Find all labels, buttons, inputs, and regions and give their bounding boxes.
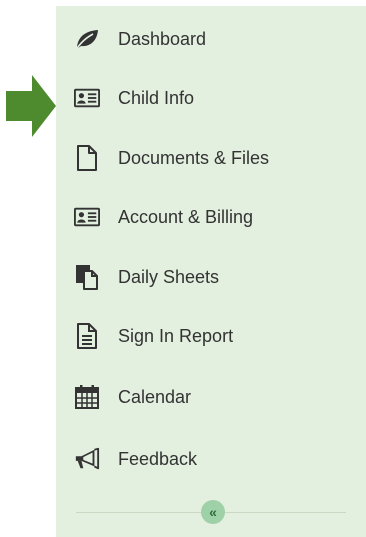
- sidebar-item-label: Feedback: [118, 448, 198, 469]
- sidebar-item-label: Account & Billing: [118, 206, 254, 227]
- leaf-icon: [74, 26, 100, 52]
- sidebar-item-label: Daily Sheets: [118, 266, 220, 287]
- sidebar-item-sign-in-report[interactable]: Sign In Report: [56, 308, 366, 364]
- sidebar-item-label: Child Info: [118, 87, 195, 108]
- sidebar-item-calendar[interactable]: Calendar: [56, 369, 366, 425]
- id-card-icon: [74, 85, 100, 111]
- sidebar-nav: Dashboard Child Info Documents & Files A…: [56, 6, 366, 537]
- sidebar-item-documents-files[interactable]: Documents & Files: [56, 130, 366, 186]
- sidebar-item-label: Sign In Report: [118, 325, 234, 346]
- collapse-sidebar-button[interactable]: «: [201, 500, 225, 524]
- copy-icon: [74, 264, 100, 290]
- sidebar-item-child-info[interactable]: Child Info: [56, 70, 366, 126]
- sidebar-item-feedback[interactable]: Feedback: [56, 431, 366, 487]
- file-icon: [74, 145, 100, 171]
- sidebar-item-daily-sheets[interactable]: Daily Sheets: [56, 249, 366, 305]
- sidebar-item-label: Dashboard: [118, 28, 207, 49]
- file-text-icon: [74, 323, 100, 349]
- id-card-icon: [74, 204, 100, 230]
- sidebar-item-label: Calendar: [118, 386, 192, 407]
- calendar-icon: [74, 384, 100, 410]
- sidebar-item-label: Documents & Files: [118, 147, 270, 168]
- pointer-arrow-icon: [6, 75, 56, 137]
- sidebar-item-account-billing[interactable]: Account & Billing: [56, 189, 366, 245]
- bullhorn-icon: [74, 446, 100, 472]
- sidebar-item-dashboard[interactable]: Dashboard: [56, 11, 366, 67]
